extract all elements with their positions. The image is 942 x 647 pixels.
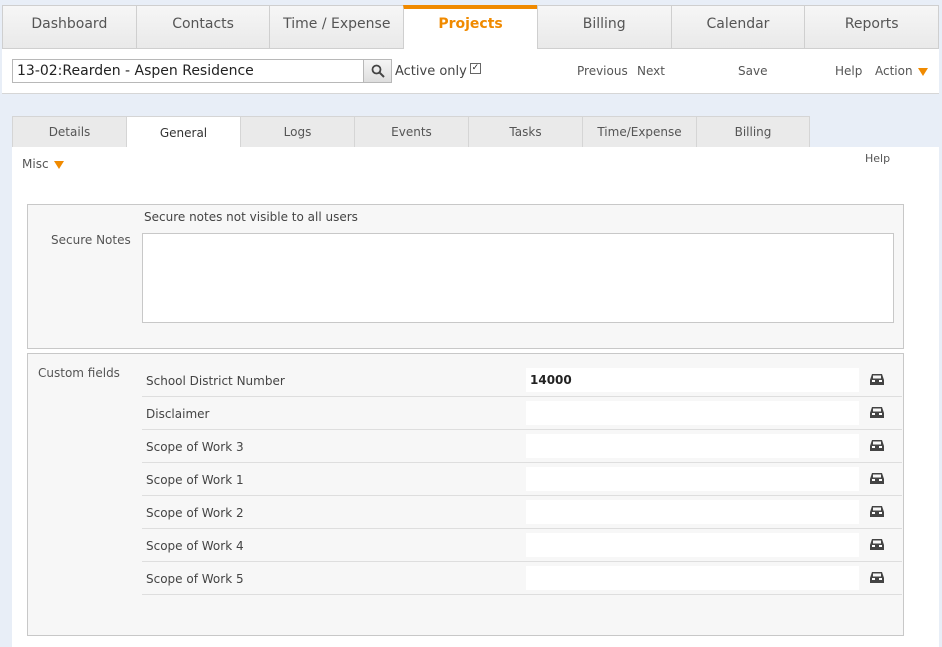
inbox-tray-icon[interactable] — [869, 404, 885, 420]
custom-fields-section: Custom fields School District Number 1400… — [27, 353, 904, 636]
custom-fields-label: Custom fields — [38, 366, 120, 380]
custom-field-label: Scope of Work 3 — [146, 440, 244, 454]
save-button[interactable]: Save — [738, 64, 767, 78]
tab-events[interactable]: Events — [354, 116, 468, 148]
active-only-label: Active only — [395, 64, 467, 79]
custom-field-row: Scope of Work 2 — [142, 496, 902, 529]
custom-field-row: Scope of Work 1 — [142, 463, 902, 496]
custom-field-label: Scope of Work 1 — [146, 473, 244, 487]
secure-notes-section: Secure Notes Secure notes not visible to… — [27, 204, 904, 349]
tab-logs[interactable]: Logs — [240, 116, 354, 148]
custom-field-row: Scope of Work 3 — [142, 430, 902, 463]
custom-field-label: Scope of Work 5 — [146, 572, 244, 586]
custom-field-value[interactable] — [526, 467, 859, 491]
custom-field-row: Scope of Work 4 — [142, 529, 902, 562]
secure-notes-hint: Secure notes not visible to all users — [144, 210, 358, 224]
custom-field-value[interactable] — [526, 434, 859, 458]
search-icon — [371, 64, 385, 78]
nav-tab-projects[interactable]: Projects — [403, 5, 537, 49]
project-search-input[interactable] — [12, 59, 364, 83]
nav-tab-reports[interactable]: Reports — [804, 5, 940, 49]
secure-notes-label: Secure Notes — [51, 233, 131, 247]
active-only-filter: Active only ✓ — [395, 63, 481, 79]
nav-tab-billing[interactable]: Billing — [536, 5, 671, 49]
custom-field-label: School District Number — [146, 374, 285, 388]
custom-field-row: Disclaimer — [142, 397, 902, 430]
secure-notes-textarea[interactable] — [142, 233, 894, 323]
help-link[interactable]: Help — [835, 64, 862, 78]
nav-tab-dashboard[interactable]: Dashboard — [2, 5, 136, 49]
general-panel: Misc Help Secure Notes Secure notes not … — [12, 147, 939, 647]
top-nav: Dashboard Contacts Time / Expense Projec… — [2, 5, 940, 49]
custom-field-row: School District Number 14000 — [142, 364, 902, 397]
nav-tab-time-expense[interactable]: Time / Expense — [269, 5, 404, 49]
next-button[interactable]: Next — [637, 64, 665, 78]
custom-field-label: Disclaimer — [146, 407, 210, 421]
chevron-down-icon — [917, 67, 928, 76]
tab-details[interactable]: Details — [12, 116, 126, 148]
custom-field-row: Scope of Work 5 — [142, 562, 902, 595]
active-only-checkbox[interactable]: ✓ — [469, 63, 481, 74]
misc-label: Misc — [22, 157, 49, 171]
nav-tab-calendar[interactable]: Calendar — [670, 5, 805, 49]
panel-help-link[interactable]: Help — [865, 152, 890, 165]
action-menu[interactable]: Action — [875, 64, 928, 78]
action-label: Action — [875, 64, 913, 78]
custom-field-label: Scope of Work 2 — [146, 506, 244, 520]
custom-field-value[interactable]: 14000 — [526, 368, 859, 392]
inbox-tray-icon[interactable] — [869, 470, 885, 486]
nav-tab-contacts[interactable]: Contacts — [135, 5, 270, 49]
project-subtabs: Details General Logs Events Tasks Time/E… — [12, 116, 810, 148]
custom-field-value[interactable] — [526, 533, 859, 557]
tab-time-expense[interactable]: Time/Expense — [582, 116, 696, 148]
inbox-tray-icon[interactable] — [869, 569, 885, 585]
chevron-down-icon — [53, 160, 64, 169]
tab-billing[interactable]: Billing — [696, 116, 810, 148]
project-toolbar: Active only ✓ Previous Next Save Help Ac… — [2, 49, 939, 94]
custom-field-label: Scope of Work 4 — [146, 539, 244, 553]
inbox-tray-icon[interactable] — [869, 536, 885, 552]
custom-field-value[interactable] — [526, 500, 859, 524]
custom-field-value[interactable] — [526, 566, 859, 590]
tab-tasks[interactable]: Tasks — [468, 116, 582, 148]
inbox-tray-icon[interactable] — [869, 371, 885, 387]
search-button[interactable] — [363, 59, 392, 83]
inbox-tray-icon[interactable] — [869, 437, 885, 453]
inbox-tray-icon[interactable] — [869, 503, 885, 519]
custom-field-value[interactable] — [526, 401, 859, 425]
tab-general[interactable]: General — [126, 116, 240, 148]
previous-button[interactable]: Previous — [577, 64, 628, 78]
misc-menu[interactable]: Misc — [22, 157, 64, 171]
